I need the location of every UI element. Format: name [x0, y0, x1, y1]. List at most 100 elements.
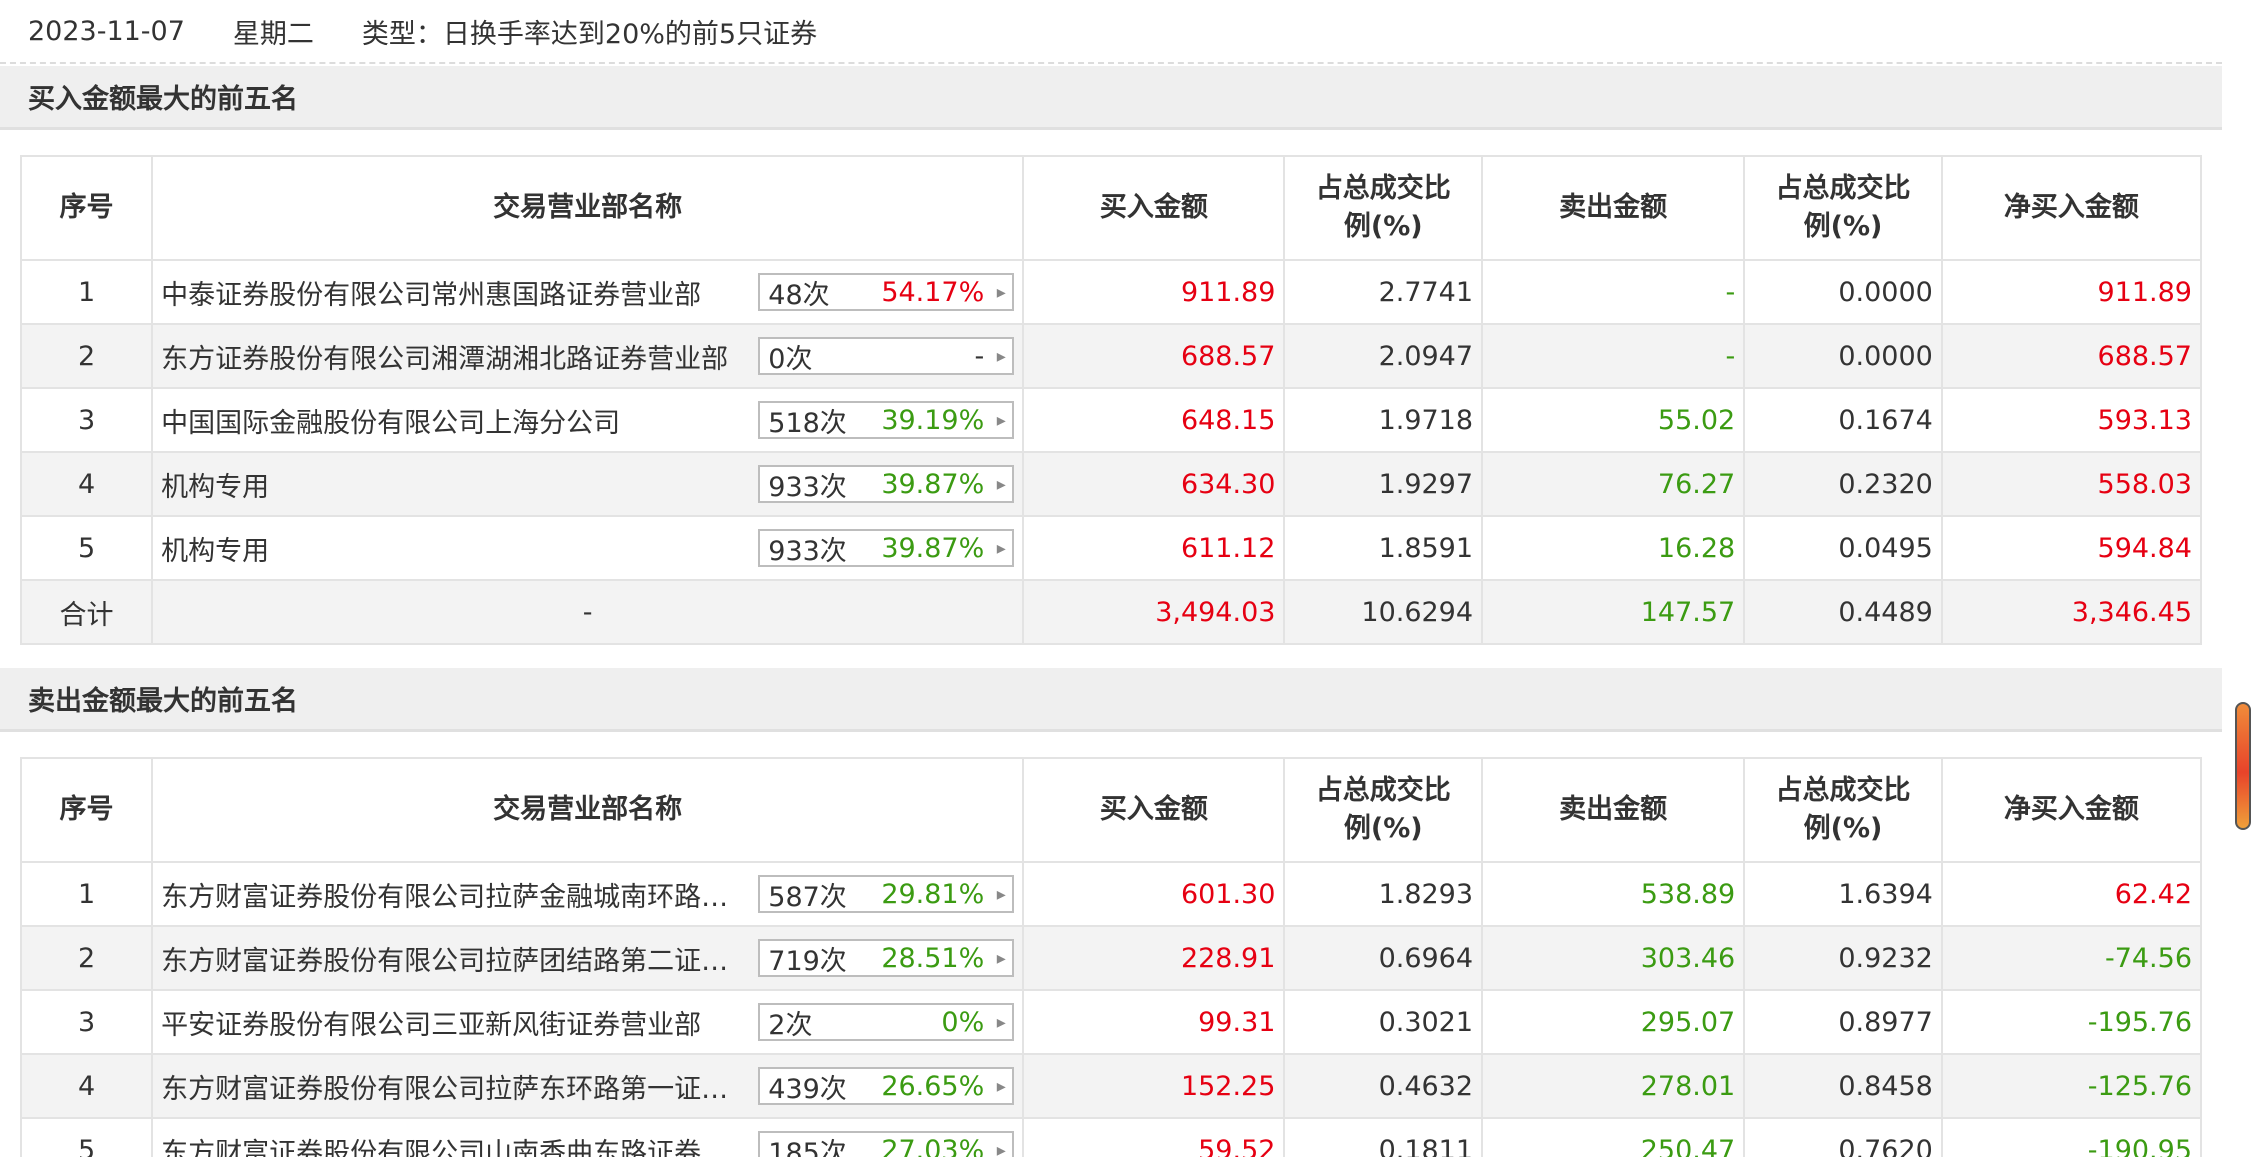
dept-wrapper: 东方财富证券股份有限公司拉萨金融城南环路证券营业部 587次 29.81% ▸ — [161, 875, 1015, 914]
total-buy-pct: 10.6294 — [1283, 579, 1484, 645]
success-rate: 39.87% — [881, 532, 985, 564]
table-row[interactable]: 3 中国国际金融股份有限公司上海分公司 518次 39.19% ▸ 648.15 1.971… — [19, 387, 2203, 453]
row-buy-amount: 152.25 — [1022, 1053, 1286, 1119]
dept-name-link[interactable]: 中泰证券股份有限公司常州惠国路证券营业部 — [161, 273, 752, 312]
success-rate: 28.51% — [881, 942, 985, 974]
dept-wrapper: 东方证券股份有限公司湘潭湖湘北路证券营业部 0次 - ▸ — [161, 337, 1015, 376]
row-buy-amount: 611.12 — [1022, 515, 1286, 581]
dept-name-link[interactable]: 东方财富证券股份有限公司拉萨团结路第二证券营业部 — [161, 939, 752, 978]
sell-top5-table: 序号 交易营业部名称 买入金额 占总成交比例(%) 卖出金额 占总成交比例(%) 净买入金额… — [19, 757, 2203, 1157]
total-sell-amount: 147.57 — [1481, 579, 1746, 645]
dept-name-link[interactable]: 平安证券股份有限公司三亚新风街证券营业部 — [161, 1003, 752, 1042]
row-buy-pct: 0.3021 — [1283, 989, 1484, 1055]
row-dept-cell: 平安证券股份有限公司三亚新风街证券营业部 2次 0% ▸ — [151, 989, 1025, 1055]
trade-weekday: 星期二 — [232, 18, 314, 50]
list-type: 类型：日换手率达到20%的前5只证券 — [361, 18, 818, 50]
table-row[interactable]: 1 中泰证券股份有限公司常州惠国路证券营业部 48次 54.17% ▸ 911.89 2.7… — [19, 259, 2203, 325]
row-seq: 1 — [19, 259, 154, 325]
table-row[interactable]: 5 机构专用 933次 39.87% ▸ 611.12 1.8591 16.28 0.0495 5… — [19, 515, 2203, 581]
dept-history-button[interactable]: 48次 54.17% ▸ — [758, 273, 1015, 311]
col-header-sell-pct: 占总成交比例(%) — [1743, 155, 1943, 261]
table-row[interactable]: 2 东方证券股份有限公司湘潭湖湘北路证券营业部 0次 - ▸ 688.57 2.0947-0… — [19, 323, 2203, 389]
row-net-amount: 593.13 — [1940, 387, 2203, 453]
dept-wrapper: 中国国际金融股份有限公司上海分公司 518次 39.19% ▸ — [161, 401, 1015, 440]
row-buy-amount: 634.30 — [1022, 451, 1286, 517]
success-rate: - — [974, 340, 985, 372]
dept-name-link[interactable]: 东方财富证券股份有限公司拉萨东环路第一证券营业部 — [161, 1067, 752, 1106]
row-sell-amount: 295.07 — [1481, 989, 1746, 1055]
dept-history-button[interactable]: 719次 28.51% ▸ — [758, 939, 1015, 977]
dept-history-button[interactable]: 933次 39.87% ▸ — [758, 465, 1015, 503]
total-buy-amount: 3,494.03 — [1022, 579, 1286, 645]
listing-count: 0次 — [768, 343, 813, 375]
col-header-buy: 买入金额 — [1022, 155, 1286, 261]
col-header-seq: 序号 — [19, 757, 154, 863]
col-header-dept: 交易营业部名称 — [151, 757, 1025, 863]
table-row[interactable]: 1东方财富证券股份有限公司拉萨金融城南环路证券营业部 587次 29.81% ▸ 601… — [19, 861, 2203, 927]
row-seq: 5 — [19, 515, 154, 581]
dept-history-button[interactable]: 587次 29.81% ▸ — [758, 875, 1015, 913]
table-row[interactable]: 5 东方财富证券股份有限公司山南香曲东路证券营业部 185次 27.03% ▸ 59.52… — [19, 1117, 2203, 1157]
dept-history-button[interactable]: 185次 27.03% ▸ — [758, 1131, 1015, 1157]
col-header-seq: 序号 — [19, 155, 154, 261]
success-rate: 26.65% — [881, 1070, 985, 1102]
row-net-amount: -195.76 — [1940, 989, 2203, 1055]
dept-wrapper: 东方财富证券股份有限公司山南香曲东路证券营业部 185次 27.03% ▸ — [161, 1131, 1015, 1157]
table-row[interactable]: 4 机构专用 933次 39.87% ▸ 634.30 1.9297 76.27 0.2320 5… — [19, 451, 2203, 517]
row-net-amount: -74.56 — [1940, 925, 2203, 991]
row-net-amount: 688.57 — [1940, 323, 2203, 389]
total-sell-pct: 0.4489 — [1743, 579, 1943, 645]
row-dept-cell: 机构专用 933次 39.87% ▸ — [151, 451, 1025, 517]
row-sell-amount: 55.02 — [1481, 387, 1746, 453]
row-sell-pct: 0.1674 — [1743, 387, 1943, 453]
dept-history-button[interactable]: 518次 39.19% ▸ — [758, 401, 1015, 439]
listing-count: 719次 — [768, 945, 847, 977]
row-sell-pct: 0.0495 — [1743, 515, 1943, 581]
col-header-sell: 卖出金额 — [1481, 155, 1746, 261]
row-sell-pct: 0.0000 — [1743, 323, 1943, 389]
table-row[interactable]: 4 东方财富证券股份有限公司拉萨东环路第一证券营业部 439次 26.65% ▸ 152.… — [19, 1053, 2203, 1119]
dept-name-link[interactable]: 东方财富证券股份有限公司拉萨金融城南环路证券营业部 — [161, 875, 752, 914]
total-row: 合计 -3,494.03 10.6294 147.57 0.4489 3,346.45 — [19, 579, 2203, 645]
dept-history-button[interactable]: 2次 0% ▸ — [758, 1003, 1015, 1041]
row-buy-pct: 1.8293 — [1283, 861, 1484, 927]
triangle-right-icon: ▸ — [996, 281, 1006, 303]
dept-wrapper: 东方财富证券股份有限公司拉萨团结路第二证券营业部 719次 28.51% ▸ — [161, 939, 1015, 978]
scrollbar-thumb[interactable] — [2235, 702, 2251, 830]
success-rate: 54.17% — [881, 276, 985, 308]
col-header-buy-pct: 占总成交比例(%) — [1283, 757, 1484, 863]
row-sell-pct: 0.2320 — [1743, 451, 1943, 517]
dept-name-link[interactable]: 东方证券股份有限公司湘潭湖湘北路证券营业部 — [161, 337, 752, 376]
sell-top5-title: 卖出金额最大的前五名 — [0, 668, 2222, 732]
row-sell-amount: - — [1481, 323, 1746, 389]
row-dept-cell: 东方财富证券股份有限公司拉萨东环路第一证券营业部 439次 26.65% ▸ — [151, 1053, 1025, 1119]
col-header-net: 净买入金额 — [1940, 155, 2203, 261]
success-rate: 0% — [941, 1006, 985, 1038]
scrollbar-track[interactable] — [2234, 0, 2255, 1157]
col-header-net: 净买入金额 — [1940, 757, 2203, 863]
table-row[interactable]: 2 东方财富证券股份有限公司拉萨团结路第二证券营业部 719次 28.51% ▸ 228.… — [19, 925, 2203, 991]
dept-name-link[interactable]: 机构专用 — [161, 529, 752, 568]
trade-date: 2023-11-07 — [28, 15, 185, 47]
dept-name-link[interactable]: 中国国际金融股份有限公司上海分公司 — [161, 401, 752, 440]
dept-history-button[interactable]: 933次 39.87% ▸ — [758, 529, 1015, 567]
dept-name-link[interactable]: 东方财富证券股份有限公司山南香曲东路证券营业部 — [161, 1131, 752, 1157]
triangle-right-icon: ▸ — [996, 473, 1006, 495]
buy-top5-title: 买入金额最大的前五名 — [0, 66, 2222, 130]
row-sell-amount: 278.01 — [1481, 1053, 1746, 1119]
row-sell-pct: 0.8458 — [1743, 1053, 1943, 1119]
table-row[interactable]: 3 平安证券股份有限公司三亚新风街证券营业部 2次 0% ▸ 99.31 0.3021 295… — [19, 989, 2203, 1055]
dept-history-button[interactable]: 0次 - ▸ — [758, 337, 1015, 375]
listing-count: 518次 — [768, 407, 847, 439]
success-rate: 29.81% — [881, 878, 985, 910]
row-sell-pct: 0.7620 — [1743, 1117, 1943, 1157]
listing-count: 2次 — [768, 1009, 813, 1041]
success-rate: 39.19% — [881, 404, 985, 436]
col-header-sell-pct: 占总成交比例(%) — [1743, 757, 1943, 863]
dept-name-link[interactable]: 机构专用 — [161, 465, 752, 504]
row-buy-pct: 0.6964 — [1283, 925, 1484, 991]
triangle-right-icon: ▸ — [996, 409, 1006, 431]
row-dept-cell: 机构专用 933次 39.87% ▸ — [151, 515, 1025, 581]
dept-history-button[interactable]: 439次 26.65% ▸ — [758, 1067, 1015, 1105]
row-net-amount: 594.84 — [1940, 515, 2203, 581]
